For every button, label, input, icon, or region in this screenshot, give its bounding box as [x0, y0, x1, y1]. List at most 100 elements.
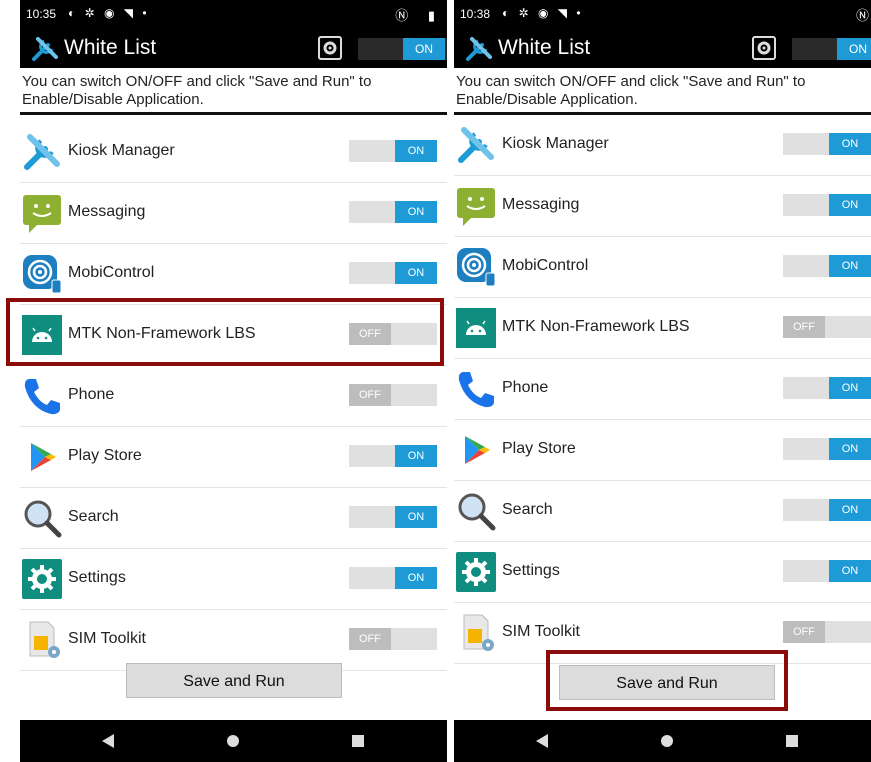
app-name: Play Store — [502, 440, 576, 457]
save-and-run-button[interactable]: Save and Run — [126, 663, 342, 698]
toggle-state: OFF — [349, 384, 391, 406]
list-item: SIM Toolkit OFF — [20, 610, 447, 671]
app-toggle[interactable]: ON — [349, 445, 437, 467]
list-item: Phone ON — [454, 359, 871, 420]
back-icon[interactable] — [102, 734, 114, 748]
app-name: Play Store — [68, 447, 142, 464]
notification-icons: ◐ ✲ ◉ ◥ • — [68, 6, 150, 20]
app-toggle[interactable]: ON — [783, 438, 871, 460]
app-name: Search — [502, 501, 553, 518]
settings-icon — [455, 551, 497, 593]
status-time: 10:35 — [26, 7, 57, 21]
kiosk-manager-icon — [21, 131, 63, 173]
notification-icons: ◐ ✲ ◉ ◥ • — [502, 6, 584, 20]
mobicontrol-icon — [455, 246, 497, 288]
app-toggle[interactable]: ON — [349, 506, 437, 528]
app-name: Settings — [68, 569, 126, 586]
toggle-state: OFF — [349, 628, 391, 650]
navigation-bar — [20, 720, 447, 762]
toggle-state: ON — [395, 445, 437, 467]
toggle-state: ON — [395, 140, 437, 162]
app-toggle[interactable]: ON — [783, 499, 871, 521]
app-toggle[interactable]: OFF — [349, 384, 437, 406]
app-name: Messaging — [502, 196, 580, 213]
search-icon — [455, 490, 497, 532]
app-name: MTK Non-Framework LBS — [502, 318, 690, 335]
app-toggle[interactable]: ON — [783, 194, 871, 216]
page-title: White List — [64, 36, 157, 59]
master-toggle[interactable]: ON — [792, 38, 871, 60]
app-name: Phone — [68, 386, 115, 403]
app-name: MobiControl — [502, 257, 589, 274]
list-item: Settings ON — [20, 549, 447, 610]
highlight-box-save-button — [546, 650, 788, 711]
highlight-box-mtk-row — [6, 298, 444, 366]
sim-toolkit-icon — [21, 619, 63, 661]
page-title: White List — [498, 36, 591, 59]
list-item: Play Store ON — [454, 420, 871, 481]
app-name: Settings — [502, 562, 560, 579]
phone-icon — [455, 368, 497, 410]
master-toggle[interactable]: ON — [358, 38, 447, 60]
list-item: Settings ON — [454, 542, 871, 603]
list-item: Messaging ON — [454, 176, 871, 237]
list-item: Play Store ON — [20, 427, 447, 488]
app-name: Kiosk Manager — [502, 135, 609, 152]
toggle-state: ON — [829, 499, 871, 521]
settings-gear-button[interactable] — [318, 36, 342, 60]
list-item: Search ON — [454, 481, 871, 542]
app-name: Messaging — [68, 203, 146, 220]
settings-icon — [21, 558, 63, 600]
list-item: Kiosk Manager ON — [20, 122, 447, 183]
toggle-state: ON — [395, 567, 437, 589]
app-toggle[interactable]: ON — [783, 133, 871, 155]
app-toggle[interactable]: ON — [783, 560, 871, 582]
toggle-state: OFF — [783, 621, 825, 643]
play-store-icon — [21, 436, 63, 478]
messaging-icon — [21, 192, 63, 234]
nfc-battery-icons: Ⓝ ▮ — [395, 8, 443, 23]
list-item: Messaging ON — [20, 183, 447, 244]
app-toggle[interactable]: OFF — [783, 316, 871, 338]
settings-gear-button[interactable] — [752, 36, 776, 60]
recents-icon[interactable] — [352, 735, 364, 747]
recents-icon[interactable] — [786, 735, 798, 747]
title-bar: White List ON — [454, 28, 871, 68]
kiosk-manager-icon — [455, 124, 497, 166]
app-toggle[interactable]: ON — [783, 255, 871, 277]
master-toggle-state: ON — [403, 38, 445, 60]
app-toggle[interactable]: ON — [783, 377, 871, 399]
phone-icon — [21, 375, 63, 417]
app-toggle[interactable]: ON — [349, 201, 437, 223]
toggle-state: ON — [395, 262, 437, 284]
home-icon[interactable] — [661, 735, 673, 747]
toggle-state: ON — [829, 438, 871, 460]
android-icon — [455, 307, 497, 349]
list-item: MobiControl ON — [454, 237, 871, 298]
tools-icon — [466, 37, 492, 61]
app-list: Kiosk Manager ON Messaging ON MobiControl ON M… — [20, 122, 447, 671]
gear-icon — [323, 41, 337, 55]
list-item: Kiosk Manager ON — [454, 115, 871, 176]
search-icon — [21, 497, 63, 539]
gear-icon — [757, 41, 771, 55]
app-toggle[interactable]: ON — [349, 140, 437, 162]
toggle-state: ON — [829, 560, 871, 582]
toggle-state: ON — [829, 133, 871, 155]
nfc-icon: Ⓝ — [855, 8, 871, 23]
app-name: Phone — [502, 379, 549, 396]
app-toggle[interactable]: ON — [349, 567, 437, 589]
back-icon[interactable] — [536, 734, 548, 748]
navigation-bar — [454, 720, 871, 762]
toggle-state: ON — [829, 377, 871, 399]
play-store-icon — [455, 429, 497, 471]
toggle-state: ON — [829, 255, 871, 277]
app-list: Kiosk Manager ON Messaging ON MobiControl ON M… — [454, 115, 871, 664]
app-toggle[interactable]: OFF — [783, 621, 871, 643]
home-icon[interactable] — [227, 735, 239, 747]
app-toggle[interactable]: ON — [349, 262, 437, 284]
toggle-state: ON — [395, 506, 437, 528]
screenshot-after: 10:38 ◐ ✲ ◉ ◥ • Ⓝ White List ON You can … — [454, 0, 871, 762]
app-toggle[interactable]: OFF — [349, 628, 437, 650]
toggle-state: ON — [395, 201, 437, 223]
